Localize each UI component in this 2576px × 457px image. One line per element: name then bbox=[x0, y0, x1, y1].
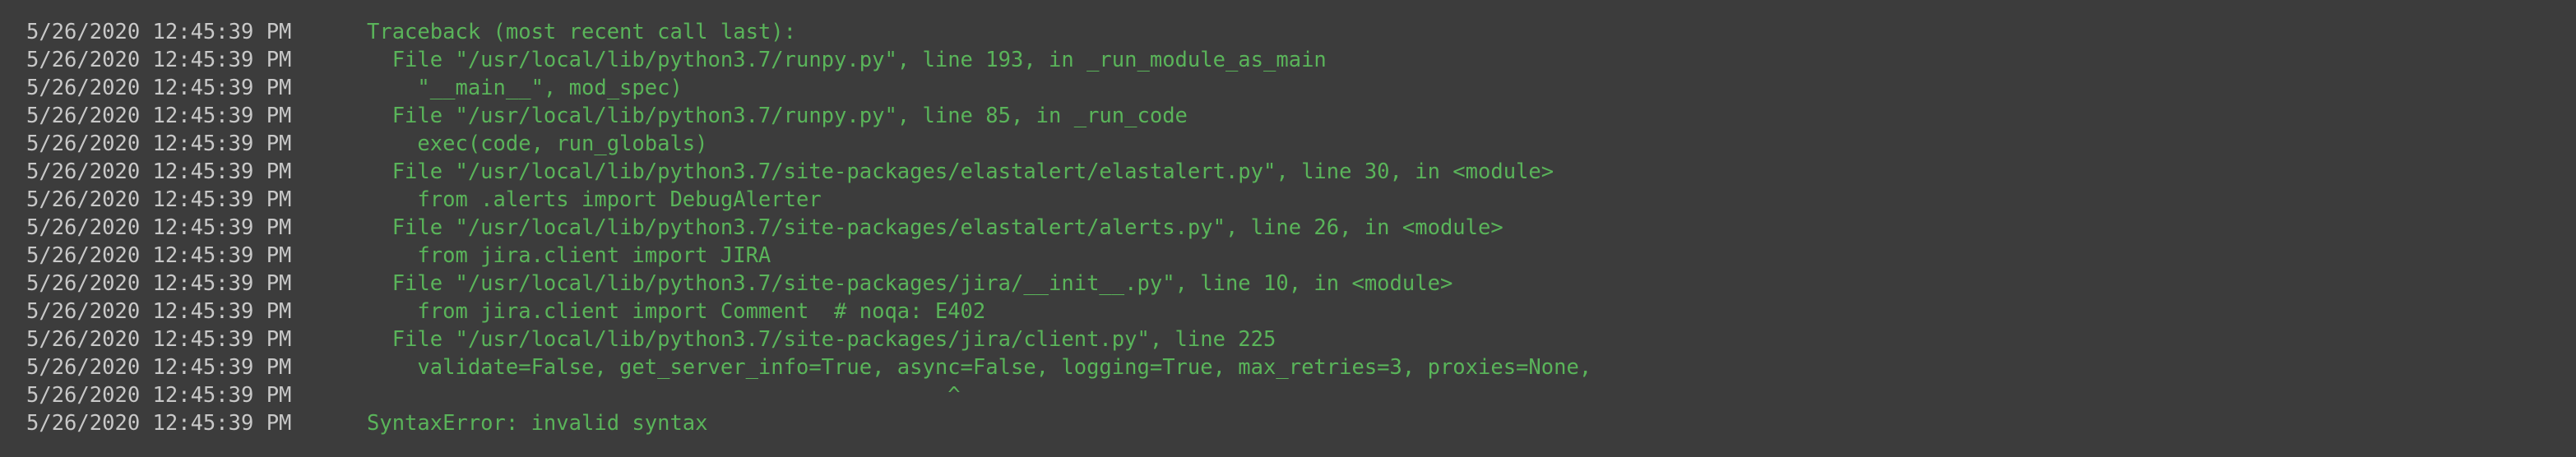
log-line: 5/26/2020 12:45:39 PM from .alerts impor… bbox=[26, 186, 2576, 214]
log-line: 5/26/2020 12:45:39 PM "__main__", mod_sp… bbox=[26, 74, 2576, 102]
log-timestamp: 5/26/2020 12:45:39 PM bbox=[26, 104, 292, 128]
log-timestamp: 5/26/2020 12:45:39 PM bbox=[26, 20, 292, 44]
log-timestamp: 5/26/2020 12:45:39 PM bbox=[26, 215, 292, 240]
log-timestamp: 5/26/2020 12:45:39 PM bbox=[26, 159, 292, 184]
log-timestamp: 5/26/2020 12:45:39 PM bbox=[26, 76, 292, 100]
log-message: validate=False, get_server_info=True, as… bbox=[367, 355, 1592, 380]
log-message: from jira.client import Comment # noqa: … bbox=[367, 299, 986, 324]
log-line: 5/26/2020 12:45:39 PM exec(code, run_glo… bbox=[26, 130, 2576, 158]
log-line: 5/26/2020 12:45:39 PM File "/usr/local/l… bbox=[26, 214, 2576, 242]
log-message: File "/usr/local/lib/python3.7/site-pack… bbox=[367, 215, 1503, 240]
log-line: 5/26/2020 12:45:39 PM from jira.client i… bbox=[26, 298, 2576, 325]
log-message: File "/usr/local/lib/python3.7/site-pack… bbox=[367, 271, 1453, 296]
log-timestamp: 5/26/2020 12:45:39 PM bbox=[26, 299, 292, 324]
log-message: SyntaxError: invalid syntax bbox=[367, 411, 708, 436]
log-message: File "/usr/local/lib/python3.7/site-pack… bbox=[367, 327, 1276, 352]
log-line: 5/26/2020 12:45:39 PM File "/usr/local/l… bbox=[26, 102, 2576, 130]
log-message: File "/usr/local/lib/python3.7/runpy.py"… bbox=[367, 104, 1188, 128]
log-message: from jira.client import JIRA bbox=[367, 243, 771, 268]
log-timestamp: 5/26/2020 12:45:39 PM bbox=[26, 48, 292, 72]
log-message: from .alerts import DebugAlerter bbox=[367, 187, 822, 212]
log-timestamp: 5/26/2020 12:45:39 PM bbox=[26, 243, 292, 268]
log-line: 5/26/2020 12:45:39 PM File "/usr/local/l… bbox=[26, 325, 2576, 353]
log-timestamp: 5/26/2020 12:45:39 PM bbox=[26, 187, 292, 212]
log-timestamp: 5/26/2020 12:45:39 PM bbox=[26, 411, 292, 436]
log-message: File "/usr/local/lib/python3.7/site-pack… bbox=[367, 159, 1554, 184]
log-console: 5/26/2020 12:45:39 PM Traceback (most rec… bbox=[0, 0, 2576, 457]
log-message: exec(code, run_globals) bbox=[367, 132, 708, 156]
log-line: 5/26/2020 12:45:39 PM File "/usr/local/l… bbox=[26, 158, 2576, 186]
log-line: 5/26/2020 12:45:39 PM validate=False, ge… bbox=[26, 353, 2576, 381]
log-message: "__main__", mod_spec) bbox=[367, 76, 683, 100]
log-timestamp: 5/26/2020 12:45:39 PM bbox=[26, 355, 292, 380]
log-line: 5/26/2020 12:45:39 PM from jira.client i… bbox=[26, 242, 2576, 270]
log-timestamp: 5/26/2020 12:45:39 PM bbox=[26, 132, 292, 156]
log-line: 5/26/2020 12:45:39 PM File "/usr/local/l… bbox=[26, 46, 2576, 74]
log-timestamp: 5/26/2020 12:45:39 PM bbox=[26, 327, 292, 352]
log-timestamp: 5/26/2020 12:45:39 PM bbox=[26, 383, 292, 408]
log-line: 5/26/2020 12:45:39 PM ^ bbox=[26, 381, 2576, 409]
log-line: 5/26/2020 12:45:39 PM File "/usr/local/l… bbox=[26, 270, 2576, 298]
log-line: 5/26/2020 12:45:39 PM SyntaxError: invali… bbox=[26, 409, 2576, 437]
log-line: 5/26/2020 12:45:39 PM Traceback (most rec… bbox=[26, 18, 2576, 46]
log-timestamp: 5/26/2020 12:45:39 PM bbox=[26, 271, 292, 296]
log-message: Traceback (most recent call last): bbox=[367, 20, 796, 44]
log-message: File "/usr/local/lib/python3.7/runpy.py"… bbox=[367, 48, 1327, 72]
log-message: ^ bbox=[367, 383, 961, 408]
